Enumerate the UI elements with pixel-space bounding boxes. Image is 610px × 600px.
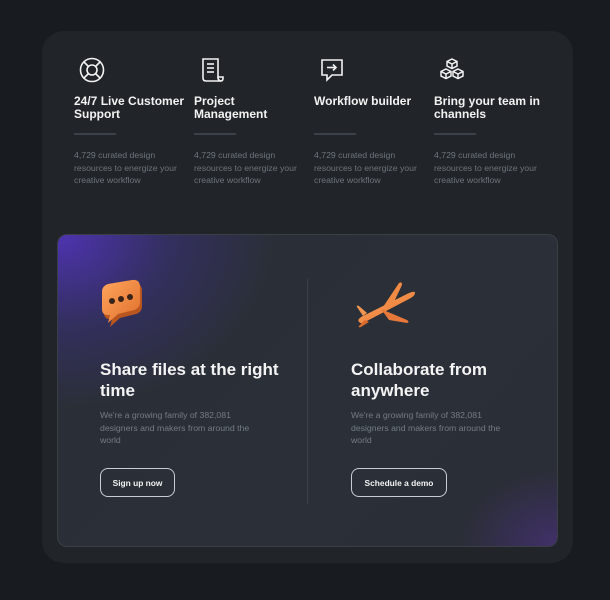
feature-title: Project Management [194,94,268,121]
feature-support: 24/7 Live Customer Support 4,729 curated… [74,57,189,187]
cta-divider [307,279,308,504]
feature-description: 4,729 curated design resources to energi… [434,150,537,185]
feature-project-management: Project Management 4,729 curated design … [194,57,309,187]
features-card: 24/7 Live Customer Support 4,729 curated… [42,31,573,563]
airplane-icon [356,282,415,328]
feature-description: 4,729 curated design resources to energi… [74,150,177,185]
sign-up-button[interactable]: Sign up now [100,468,175,497]
feature-divider [314,133,356,135]
arrow-box-icon [321,59,343,82]
cubes-icon [440,58,464,80]
cta-heading: Share files at the right time [100,360,279,400]
chat-bubble-icon [102,279,142,327]
feature-title: Bring your team in channels [434,94,541,121]
feature-divider [74,133,116,135]
lifebuoy-icon [79,57,105,83]
cta-subtitle: We're a growing family of 382,081 design… [100,410,250,445]
cta-heading: Collaborate from anywhere [351,360,488,400]
schedule-demo-button[interactable]: Schedule a demo [351,468,447,497]
feature-team-channels: Bring your team in channels 4,729 curate… [434,57,549,187]
document-icon [202,58,224,82]
feature-workflow-builder: Workflow builder 4,729 curated design re… [314,57,429,187]
cta-panel: Share files at the right time We're a gr… [57,234,558,547]
feature-title: Workflow builder [314,94,412,108]
cta-subtitle: We're a growing family of 382,081 design… [351,410,501,445]
feature-description: 4,729 curated design resources to energi… [194,150,297,185]
feature-divider [434,133,476,135]
feature-divider [194,133,236,135]
feature-description: 4,729 curated design resources to energi… [314,150,417,185]
feature-title: 24/7 Live Customer Support [74,94,185,121]
